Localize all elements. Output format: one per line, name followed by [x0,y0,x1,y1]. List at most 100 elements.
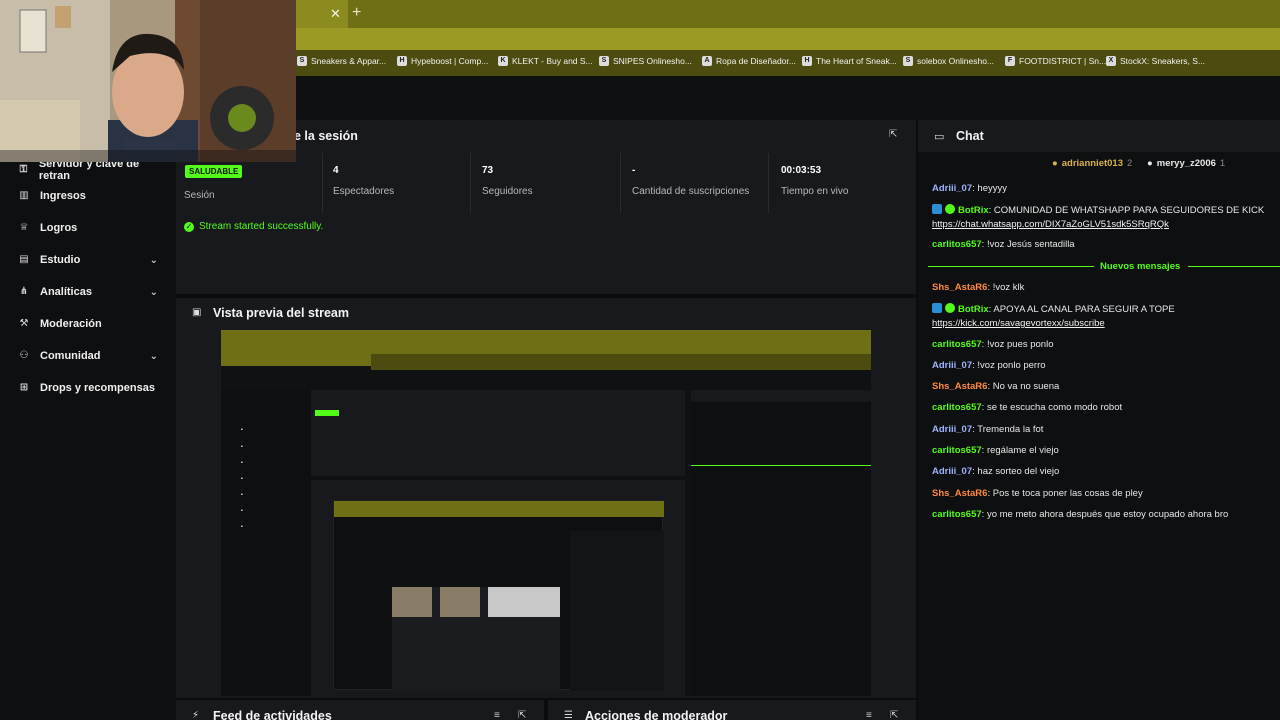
coin-icon: ● [1147,158,1153,169]
bookmark-label: SNIPES Onlinesho... [613,56,692,66]
gifter-name: adrianniet013 [1061,158,1123,169]
stream-preview-video[interactable]: ▪ ▪ ▪ ▪ ▪ ▪ ▪ [221,330,871,696]
sidebar-item-label: Analíticas [40,286,92,298]
sidebar-item-comunidad[interactable]: ⚇ Comunidad ⌄ [18,350,160,362]
gifter-badge[interactable]: ● meryy_z2006 1 [1147,158,1225,169]
sidebar-item-label: Ingresos [40,190,86,202]
stat-divider [322,153,323,213]
chat-username[interactable]: Shs_AstaR6 [932,488,987,499]
sidebar: ⚿ Servidor y clave de retran ▥ Ingresos ♕ L… [0,120,176,720]
bookmark-favicon-icon: H [397,56,407,66]
chat-message: BotRix: APOYA AL CANAL PARA SEGUIR A TOP… [932,303,1175,315]
chat-link[interactable]: https://kick.com/savagevortexx/subscribe [932,318,1105,329]
bookmark-item[interactable]: H The Heart of Sneak... [802,56,897,66]
chat-username[interactable]: Adriii_07 [932,424,972,435]
gifter-count: 1 [1219,158,1226,169]
chat-username[interactable]: Adriii_07 [932,466,972,477]
bookmark-item[interactable]: A Ropa de Diseñador... [702,56,796,66]
activity-feed-title: Feed de actividades [213,709,332,720]
stat-followers-value: 73 [482,165,494,176]
preview-nested-screen [333,500,664,691]
filter-icon[interactable]: ≡ [866,710,872,720]
popout-icon[interactable]: ⇱ [890,710,898,720]
chat-username[interactable]: carlitos657 [932,239,982,250]
chat-link[interactable]: https://chat.whatsapp.com/DIX7aZoGLV51sd… [932,219,1169,230]
filter-icon[interactable]: ≡ [494,710,500,720]
new-tab-icon[interactable]: + [352,4,361,22]
popout-icon[interactable]: ⇱ [518,710,526,720]
gifter-badge[interactable]: ● adrianniet013 2 [1052,158,1132,169]
key-icon: ⚿ [19,164,28,175]
chat-username[interactable]: carlitos657 [932,445,982,456]
bookmark-item[interactable]: X StockX: Sneakers, S... [1106,56,1205,66]
chat-message: Adriii_07: Tremenda la fot [932,424,1044,435]
sidebar-item-label: Moderación [40,318,102,330]
chat-text: regálame el viejo [986,445,1059,456]
chat-text: APOYA AL CANAL PARA SEGUIR A TOPE [993,304,1175,315]
session-label: Sesión [184,190,215,201]
chat-username[interactable]: carlitos657 [932,339,982,350]
studio-icon: ▤ [19,254,29,265]
bookmark-item[interactable]: S SNIPES Onlinesho... [599,56,692,66]
chat-message: carlitos657: !voz pues ponlo [932,339,1054,350]
chevron-down-icon: ⌄ [149,254,158,266]
trophy-icon: ♕ [19,222,29,233]
webcam-overlay [0,0,296,162]
sidebar-item-logros[interactable]: ♕ Logros [18,222,160,234]
close-tab-icon[interactable]: ✕ [330,6,341,22]
bookmark-item[interactable]: S Sneakers & Appar... [297,56,386,66]
chat-username[interactable]: Adriii_07 [932,183,972,194]
bookmark-favicon-icon: S [903,56,913,66]
chat-username[interactable]: Shs_AstaR6 [932,282,987,293]
coin-icon: ● [1052,158,1058,169]
bookmark-item[interactable]: F FOOTDISTRICT | Sn... [1005,56,1106,66]
sidebar-item-drops[interactable]: ⊞ Drops y recompensas [18,382,160,394]
lightning-icon: ⚡ [192,710,200,720]
bookmark-favicon-icon: X [1106,56,1116,66]
popout-icon[interactable]: ⇱ [889,129,897,140]
chat-message: Shs_AstaR6: !voz klk [932,282,1025,293]
preview-sidebar: ▪ ▪ ▪ ▪ ▪ ▪ ▪ [221,390,311,696]
stat-viewers-value: 4 [333,165,339,176]
chat-icon: ▭ [934,131,945,143]
chat-username[interactable]: carlitos657 [932,509,982,520]
new-messages-divider: Nuevos mensajes [928,261,1280,273]
chat-message: Adriii_07: !voz ponlo perro [932,360,1046,371]
community-icon: ⚇ [19,350,29,361]
chat-title: Chat [956,129,984,143]
bookmark-label: FOOTDISTRICT | Sn... [1019,56,1107,66]
list-icon: ☰ [564,710,573,720]
bookmark-label: The Heart of Sneak... [816,56,897,66]
chat-text: Pos te toca poner las cosas de pley [992,488,1143,499]
chevron-down-icon: ⌄ [149,350,158,362]
stat-viewers-label: Espectadores [333,186,395,197]
chat-username[interactable]: BotRix [958,205,989,216]
sidebar-item-analiticas[interactable]: ⋔ Analíticas ⌄ [18,286,160,298]
bookmark-item[interactable]: H Hypeboost | Comp... [397,56,488,66]
check-circle-icon: ✓ [184,221,194,232]
analytics-icon: ⋔ [19,286,29,297]
stat-divider [470,153,471,213]
sidebar-item-moderacion[interactable]: ⚒ Moderación [18,318,160,330]
sidebar-item-estudio[interactable]: ▤ Estudio ⌄ [18,254,160,266]
chat-message: carlitos657: !voz Jesús sentadilla [932,239,1075,250]
new-messages-label: Nuevos mensajes [1100,261,1181,272]
sidebar-item-label: Logros [40,222,78,234]
verified-icon [945,303,955,313]
bookmark-favicon-icon: A [702,56,712,66]
bookmark-item[interactable]: Ssolebox Onlinesho... [903,56,994,66]
chat-username[interactable]: BotRix [958,304,989,315]
bookmark-item[interactable]: K KLEKT - Buy and S... [498,56,593,66]
bookmark-label: StockX: Sneakers, S... [1120,56,1206,66]
stat-live-time-label: Tiempo en vivo [781,186,849,197]
chat-text: No va no suena [992,381,1060,392]
chat-username[interactable]: Adriii_07 [932,360,972,371]
gifter-count: 2 [1127,158,1133,169]
moderator-actions-title: Acciones de moderador [585,709,728,720]
chat-username[interactable]: Shs_AstaR6 [932,381,987,392]
sidebar-item-ingresos[interactable]: ▥ Ingresos [18,190,160,202]
bookmark-label: Sneakers & Appar... [311,56,387,66]
bookmark-favicon-icon: H [802,56,812,66]
chat-username[interactable]: carlitos657 [932,402,982,413]
drops-icon: ⊞ [19,382,29,393]
